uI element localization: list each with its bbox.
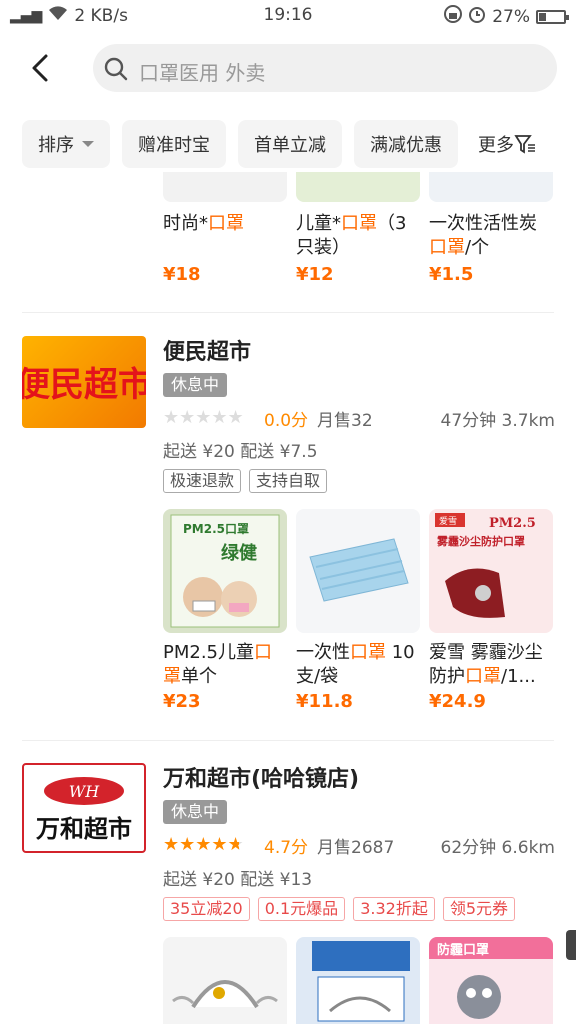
product-price: ¥1.5	[429, 264, 474, 285]
product-price: ¥18	[163, 264, 201, 285]
filter-first-order[interactable]: 首单立减	[238, 120, 342, 168]
product-price: ¥23	[163, 691, 201, 712]
header: 口罩医用 外卖	[0, 30, 576, 108]
product-name[interactable]: PM2.5儿童口罩单个	[163, 641, 287, 689]
tag: 支持自取	[249, 469, 328, 493]
store-tags: 极速退款 支持自取	[163, 469, 328, 493]
product-image[interactable]: PM2.5口罩 绿健	[163, 509, 287, 633]
product-image[interactable]	[163, 172, 287, 202]
rating-row: ★★★★★ 0.0分 月售32 47分钟 3.7km	[163, 406, 555, 432]
product-image[interactable]	[429, 172, 553, 202]
search-icon	[104, 57, 128, 81]
promo-tag: 0.1元爆品	[257, 897, 346, 921]
filter-bar: 排序 赠准时宝 首单立减 满减优惠 更多	[0, 120, 576, 172]
svg-text:万和超市: 万和超市	[36, 815, 132, 843]
svg-text:PM2.5: PM2.5	[489, 516, 536, 531]
store-name[interactable]: 便民超市	[163, 334, 251, 366]
monthly-sales: 月售2687	[317, 838, 395, 858]
scroll-handle[interactable]	[566, 930, 576, 960]
filter-more[interactable]: 更多	[470, 120, 536, 168]
product-name[interactable]: 爱雪 雾霾沙尘防护口罩/1...	[429, 641, 553, 689]
product-image[interactable]	[163, 937, 287, 1024]
alarm-icon	[468, 5, 486, 28]
rating-stars: ★★★★★	[163, 407, 244, 428]
svg-text:雾霾沙尘防护口罩: 雾霾沙尘防护口罩	[436, 534, 525, 548]
filter-ontime[interactable]: 赠准时宝	[122, 120, 226, 168]
promo-tag: 领5元券	[442, 897, 516, 921]
divider	[22, 312, 554, 313]
promo-tag: 3.32折起	[353, 897, 435, 921]
rating-score: 4.7分	[264, 838, 309, 858]
store-logo: WH 万和超市	[22, 763, 146, 853]
product-image[interactable]	[296, 509, 420, 633]
store-tags: 35立减20 0.1元爆品 3.32折起 领5元券	[163, 897, 516, 921]
svg-text:爱雪: 爱雪	[439, 516, 457, 527]
delivery-fee: 起送 ¥20 配送 ¥7.5	[163, 442, 318, 462]
filter-sort[interactable]: 排序	[22, 120, 110, 168]
svg-text:绿健: 绿健	[221, 542, 257, 564]
product-image[interactable]	[296, 937, 420, 1024]
status-badge: 休息中	[163, 373, 228, 397]
search-placeholder: 口罩医用 外卖	[139, 61, 266, 85]
promo-tag: 35立减20	[163, 897, 250, 921]
product-price: ¥11.8	[296, 691, 353, 712]
divider	[22, 740, 554, 741]
product-name[interactable]: 一次性活性炭口罩/个	[429, 212, 553, 260]
store-logo: 便民超市	[22, 336, 146, 428]
filter-icon	[514, 135, 535, 154]
monthly-sales: 月售32	[317, 411, 373, 431]
svg-text:便民超市: 便民超市	[22, 365, 146, 405]
tag: 极速退款	[163, 469, 242, 493]
product-image[interactable]: 防霾口罩	[429, 937, 553, 1024]
store-name[interactable]: 万和超市(哈哈镜店)	[163, 761, 359, 793]
svg-text:WH: WH	[69, 782, 100, 801]
svg-text:PM2.5口罩: PM2.5口罩	[183, 522, 249, 536]
caret-down-icon	[82, 141, 94, 147]
product-name[interactable]: 时尚*口罩	[163, 212, 287, 236]
battery-percent: 27%	[492, 6, 530, 27]
product-image[interactable]	[296, 172, 420, 202]
product-image[interactable]: 爱雪 PM2.5 雾霾沙尘防护口罩	[429, 509, 553, 633]
delivery-distance: 47分钟 3.7km	[440, 411, 555, 431]
lock-icon	[444, 5, 463, 28]
product-name[interactable]: 一次性口罩 10支/袋	[296, 641, 420, 689]
rating-row: ★★★★★ 4.7分 月售2687 62分钟 6.6km	[163, 833, 555, 859]
status-badge: 休息中	[163, 800, 228, 824]
delivery-fee: 起送 ¥20 配送 ¥13	[163, 870, 313, 890]
battery-icon	[536, 9, 569, 24]
rating-stars: ★★★★★	[163, 834, 244, 855]
delivery-distance: 62分钟 6.6km	[440, 838, 555, 858]
product-price: ¥24.9	[429, 691, 486, 712]
product-price: ¥12	[296, 264, 334, 285]
search-input[interactable]: 口罩医用 外卖	[93, 44, 557, 92]
filter-discount[interactable]: 满减优惠	[354, 120, 458, 168]
status-bar: ▂▄▆ 2 KB/s 19:16 27%	[0, 0, 576, 30]
back-button[interactable]	[22, 48, 62, 88]
chevron-left-icon	[32, 54, 48, 82]
svg-text:防霾口罩: 防霾口罩	[437, 942, 489, 958]
rating-score: 0.0分	[264, 411, 309, 431]
product-name[interactable]: 儿童*口罩（3只装）	[296, 212, 420, 260]
